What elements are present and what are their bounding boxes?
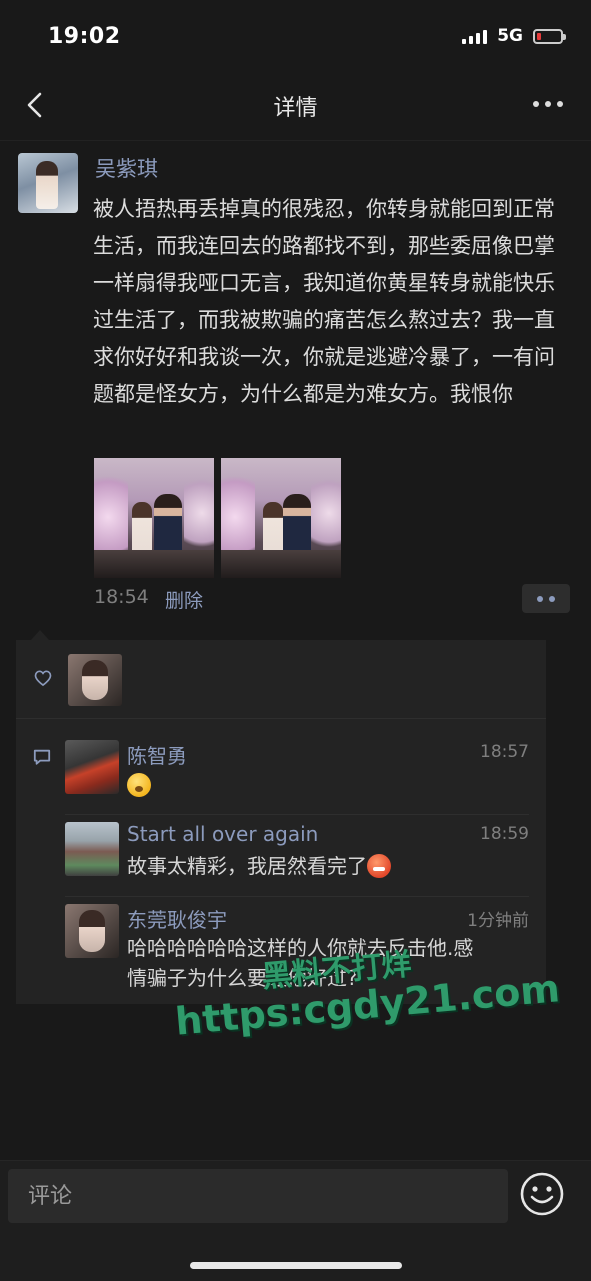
commenter-avatar[interactable] — [65, 904, 119, 958]
more-dot-icon — [533, 101, 539, 107]
post-timestamp: 18:54 — [94, 586, 149, 608]
post-author-avatar[interactable] — [18, 153, 78, 213]
battery-icon — [533, 28, 566, 44]
comment-input[interactable] — [8, 1169, 508, 1223]
home-indicator — [190, 1262, 402, 1269]
commenter-avatar[interactable] — [65, 740, 119, 794]
emoji-button[interactable] — [519, 1171, 565, 1217]
network-type: 5G — [497, 26, 523, 46]
heart-icon — [34, 670, 52, 687]
comment-divider — [65, 896, 529, 897]
comment-time: 1分钟前 — [467, 911, 529, 931]
more-dot-icon — [545, 101, 551, 107]
emoji-icon — [127, 773, 151, 797]
comment-bubble-icon — [33, 749, 51, 765]
action-dot-icon — [537, 595, 543, 602]
signal-icon — [462, 28, 488, 44]
more-dot-icon — [557, 101, 563, 107]
post-photo[interactable] — [221, 458, 341, 578]
comment-time: 18:57 — [480, 742, 529, 762]
liker-avatar[interactable] — [68, 654, 122, 706]
page-title: 详情 — [273, 96, 318, 121]
comment-time: 18:59 — [480, 824, 529, 844]
commenter-avatar[interactable] — [65, 822, 119, 876]
comment-text: 故事太精彩，我居然看完了 — [127, 851, 391, 881]
emoji-icon — [367, 854, 391, 878]
post-action-button[interactable] — [522, 584, 570, 613]
comment-text-content: 故事太精彩，我居然看完了 — [127, 854, 367, 878]
more-button[interactable] — [533, 96, 567, 112]
comment-divider — [65, 814, 529, 815]
post-photo[interactable] — [94, 458, 214, 578]
post-author-name[interactable]: 吴紫琪 — [95, 153, 158, 183]
nav-bar: 详情 — [0, 70, 591, 140]
likes-divider — [16, 718, 546, 719]
comment-text — [127, 770, 151, 800]
comment-input-bar — [0, 1160, 591, 1281]
comment-area-pointer — [31, 630, 49, 640]
delete-link[interactable]: 删除 — [165, 586, 203, 613]
status-time: 19:02 — [48, 24, 121, 49]
nav-divider — [0, 140, 591, 141]
post-text: 被人捂热再丢掉真的很残忍，你转身就能回到正常生活，而我连回去的路都找不到，那些委… — [93, 197, 555, 406]
smiley-icon — [520, 1172, 564, 1216]
status-indicators: 5G — [462, 26, 566, 46]
commenter-name[interactable]: 陈智勇 — [127, 740, 187, 769]
commenter-name[interactable]: 东莞耿俊宇 — [127, 904, 227, 933]
status-bar: 19:02 5G — [0, 0, 591, 70]
likes-row — [16, 640, 546, 718]
commenter-name[interactable]: Start all over again — [127, 822, 318, 846]
action-dot-icon — [549, 595, 555, 602]
